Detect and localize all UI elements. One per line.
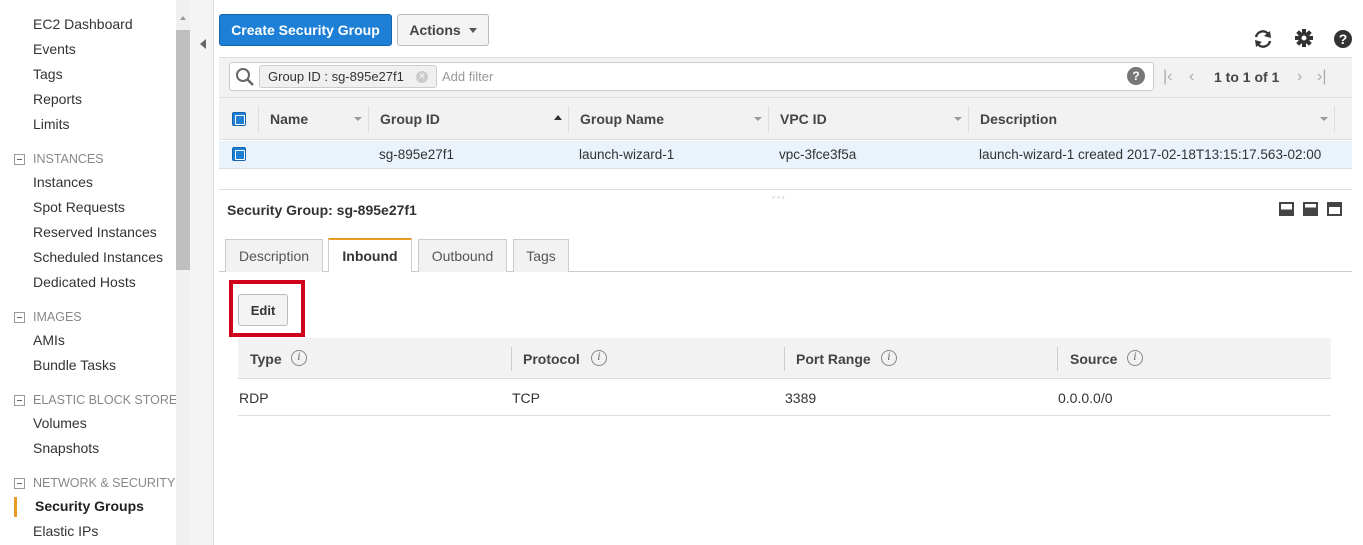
cell-group-id: sg-895e27f1 — [379, 147, 455, 162]
collapse-icon[interactable] — [14, 153, 25, 165]
tab-description[interactable]: Description — [225, 239, 323, 272]
nav-snapshots[interactable]: Snapshots — [33, 440, 99, 456]
cell-description: launch-wizard-1 created 2017-02-18T13:15… — [979, 147, 1322, 162]
info-icon[interactable]: i — [1127, 350, 1143, 366]
rule-protocol: TCP — [512, 390, 540, 406]
create-security-group-button[interactable]: Create Security Group — [219, 14, 392, 46]
filter-help-icon[interactable]: ? — [1127, 67, 1145, 85]
column-header-group-name[interactable]: Group Name — [580, 111, 664, 127]
nav-elastic-ips[interactable]: Elastic IPs — [33, 523, 98, 539]
collapse-icon[interactable] — [14, 477, 25, 489]
rules-column-source: Source — [1070, 351, 1118, 367]
row-checkbox[interactable] — [232, 147, 246, 161]
section-instances[interactable]: INSTANCES — [14, 152, 104, 166]
info-icon[interactable]: i — [291, 350, 307, 366]
column-divider — [258, 106, 259, 132]
nav-limits[interactable]: Limits — [33, 116, 70, 132]
layout-bottom-icon[interactable] — [1279, 202, 1294, 216]
rules-column-protocol: Protocol — [523, 351, 580, 367]
sort-icon[interactable] — [954, 117, 962, 121]
nav-dedicated-hosts[interactable]: Dedicated Hosts — [33, 274, 136, 290]
nav-bundle-tasks[interactable]: Bundle Tasks — [33, 357, 116, 373]
nav-amis[interactable]: AMIs — [33, 332, 65, 348]
actions-button[interactable]: Actions — [397, 14, 489, 46]
detail-title: Security Group: sg-895e27f1 — [227, 202, 417, 218]
nav-volumes[interactable]: Volumes — [33, 415, 87, 431]
nav-security-groups[interactable]: Security Groups — [35, 498, 144, 514]
filter-token-label: Group ID : sg-895e27f1 — [268, 69, 404, 84]
column-divider — [1057, 347, 1058, 371]
tab-inbound[interactable]: Inbound — [328, 238, 412, 272]
nav-instances[interactable]: Instances — [33, 174, 93, 190]
next-page-icon[interactable]: › — [1297, 68, 1302, 86]
pager-text: 1 to 1 of 1 — [1214, 69, 1280, 85]
sidebar-scrollbar-thumb[interactable] — [176, 30, 190, 270]
nav-spot-requests[interactable]: Spot Requests — [33, 199, 125, 215]
tab-outbound[interactable]: Outbound — [418, 239, 507, 272]
nav-ec2-dashboard[interactable]: EC2 Dashboard — [33, 16, 133, 32]
sidebar: EC2 Dashboard Events Tags Reports Limits… — [0, 0, 177, 545]
section-network-security[interactable]: NETWORK & SECURITY — [14, 476, 175, 490]
info-icon[interactable]: i — [591, 350, 607, 366]
layout-split-icon[interactable] — [1303, 202, 1318, 216]
actions-label: Actions — [409, 22, 461, 38]
nav-scheduled-instances[interactable]: Scheduled Instances — [33, 249, 163, 265]
column-divider — [511, 347, 512, 371]
tab-tags[interactable]: Tags — [513, 239, 569, 272]
rules-column-port-range: Port Range — [796, 351, 871, 367]
gear-icon[interactable] — [1293, 27, 1315, 49]
help-icon[interactable]: ? — [1332, 28, 1354, 50]
nav-events[interactable]: Events — [33, 41, 76, 57]
collapse-icon[interactable] — [14, 311, 25, 323]
first-page-icon[interactable]: |‹ — [1163, 68, 1172, 86]
edit-button[interactable]: Edit — [238, 294, 288, 326]
section-elastic-block-store[interactable]: ELASTIC BLOCK STORE — [14, 393, 177, 407]
collapse-icon[interactable] — [14, 394, 25, 406]
prev-page-icon[interactable]: ‹ — [1189, 68, 1194, 86]
nav-reserved-instances[interactable]: Reserved Instances — [33, 224, 157, 240]
column-divider — [368, 106, 369, 132]
rule-source: 0.0.0.0/0 — [1058, 390, 1113, 406]
layout-top-icon[interactable] — [1327, 202, 1342, 216]
rule-type: RDP — [239, 390, 269, 406]
cell-group-name: launch-wizard-1 — [579, 147, 675, 162]
cell-vpc-id: vpc-3fce3f5a — [779, 147, 857, 162]
sort-icon[interactable] — [1320, 117, 1328, 121]
sidebar-collapse-strip — [190, 0, 214, 545]
column-header-description[interactable]: Description — [980, 111, 1057, 127]
section-images[interactable]: IMAGES — [14, 310, 82, 324]
info-icon[interactable]: i — [881, 350, 897, 366]
nav-tags[interactable]: Tags — [33, 66, 63, 82]
resize-grip-icon[interactable]: ▫▫▫ — [772, 193, 787, 202]
column-divider — [768, 106, 769, 132]
column-header-vpc-id[interactable]: VPC ID — [780, 111, 827, 127]
column-divider — [568, 106, 569, 132]
column-divider — [784, 347, 785, 371]
sort-icon[interactable] — [354, 117, 362, 121]
rules-column-type: Type — [250, 351, 282, 367]
column-header-group-id[interactable]: Group ID — [380, 111, 440, 127]
refresh-icon[interactable] — [1252, 28, 1274, 50]
pane-divider[interactable] — [219, 189, 1352, 190]
filter-placeholder: Add filter — [442, 69, 494, 84]
filter-token[interactable]: Group ID : sg-895e27f1 × — [259, 65, 437, 88]
sort-ascending-icon[interactable] — [554, 115, 562, 120]
sort-icon[interactable] — [754, 117, 762, 121]
caret-down-icon — [468, 27, 477, 33]
rule-port-range: 3389 — [785, 390, 817, 406]
column-divider — [1334, 106, 1335, 132]
last-page-icon[interactable]: ›| — [1317, 68, 1326, 86]
svg-text:?: ? — [1339, 31, 1348, 47]
select-all-checkbox[interactable] — [232, 112, 246, 126]
remove-filter-icon[interactable]: × — [416, 71, 428, 83]
column-header-name[interactable]: Name — [270, 111, 308, 127]
column-divider — [968, 106, 969, 132]
active-indicator — [14, 497, 17, 517]
scroll-up-icon[interactable] — [176, 12, 190, 26]
search-icon — [236, 68, 254, 86]
collapse-sidebar-icon[interactable] — [195, 30, 211, 58]
nav-reports[interactable]: Reports — [33, 91, 82, 107]
